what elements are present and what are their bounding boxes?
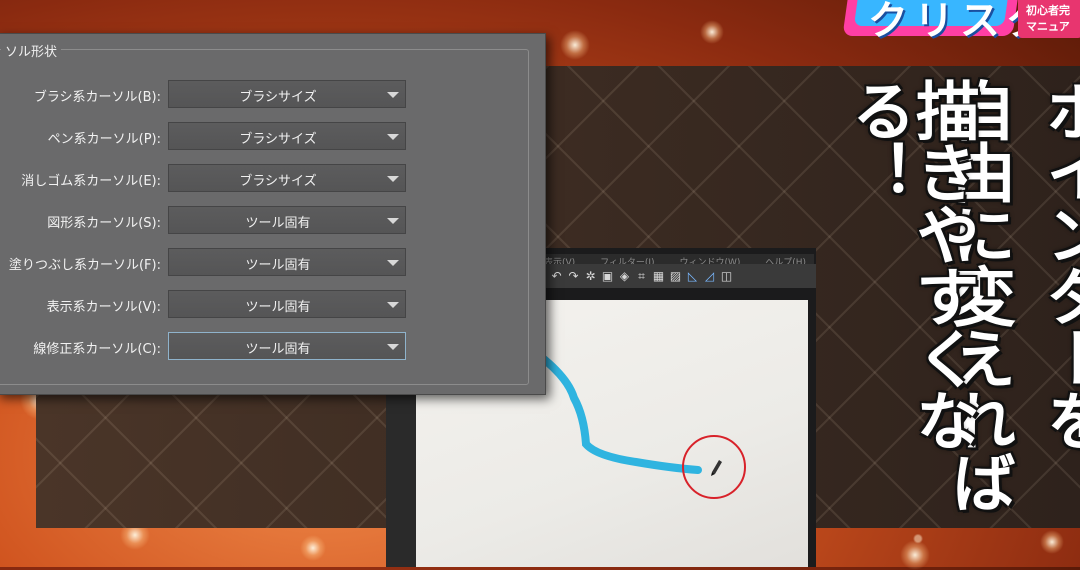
setting-row-eraser: 消しゴム系カーソル(E): ブラシサイズ [0, 164, 545, 194]
select-value: ブラシサイズ [239, 132, 317, 147]
setting-label: 図形系カーソル(S): [47, 216, 161, 231]
sparkle [1040, 530, 1064, 554]
headline-col-1: ポインターを [1035, 78, 1080, 450]
select-value: ツール固有 [245, 300, 311, 315]
setting-row-pen: ペン系カーソル(P): ブラシサイズ [0, 122, 545, 152]
pen-cursor-select[interactable]: ブラシサイズ [168, 122, 406, 150]
chevron-down-icon [387, 92, 399, 98]
select-value: ツール固有 [245, 216, 311, 231]
setting-label: 線修正系カーソル(C): [33, 342, 161, 357]
chevron-down-icon [387, 260, 399, 266]
setting-row-view: 表示系カーソル(V): ツール固有 [0, 290, 545, 320]
badge-line: 初心者完 [1026, 4, 1070, 17]
blue-stroke [536, 352, 702, 474]
sparkle [700, 20, 724, 44]
chevron-down-icon [387, 302, 399, 308]
setting-row-fill: 塗りつぶし系カーソル(F): ツール固有 [0, 248, 545, 278]
pen-cursor-icon [711, 460, 722, 476]
shape-cursor-select[interactable]: ツール固有 [168, 206, 406, 234]
sparkle [300, 535, 326, 561]
brush-cursor-select[interactable]: ブラシサイズ [168, 80, 406, 108]
site-logo: クリスタ 初心者完 マニュア [842, 0, 1080, 44]
setting-row-line-correction: 線修正系カーソル(C): ツール固有 [0, 332, 545, 362]
group-title: ソル形状 [1, 41, 62, 60]
chevron-down-icon [387, 176, 399, 182]
line-correction-cursor-select[interactable]: ツール固有 [168, 332, 406, 360]
eraser-cursor-select[interactable]: ブラシサイズ [168, 164, 406, 192]
chevron-down-icon [387, 134, 399, 140]
setting-row-brush: ブラシ系カーソル(B): ブラシサイズ [0, 80, 545, 110]
select-value: ツール固有 [245, 342, 311, 357]
select-value: ブラシサイズ [239, 174, 317, 189]
select-value: ツール固有 [245, 258, 311, 273]
headline-col-3: 描きやすくなる！ [841, 78, 979, 450]
fill-cursor-select[interactable]: ツール固有 [168, 248, 406, 276]
setting-label: ペン系カーソル(P): [47, 132, 161, 147]
chevron-down-icon [387, 344, 399, 350]
chevron-down-icon [387, 218, 399, 224]
select-value: ブラシサイズ [239, 90, 317, 105]
logo-badge: 初心者完 マニュア [1018, 0, 1080, 38]
setting-label: ブラシ系カーソル(B): [33, 90, 161, 105]
setting-label: 消しゴム系カーソル(E): [21, 174, 161, 189]
badge-line: マニュア [1026, 20, 1070, 33]
setting-label: 表示系カーソル(V): [46, 300, 161, 315]
sparkle [560, 30, 590, 60]
setting-label: 塗りつぶし系カーソル(F): [8, 258, 161, 273]
setting-row-shape: 図形系カーソル(S): ツール固有 [0, 206, 545, 236]
view-cursor-select[interactable]: ツール固有 [168, 290, 406, 318]
cursor-settings-dialog: ソル形状 ブラシ系カーソル(B): ブラシサイズ ペン系カーソル(P): ブラシ… [0, 33, 546, 395]
